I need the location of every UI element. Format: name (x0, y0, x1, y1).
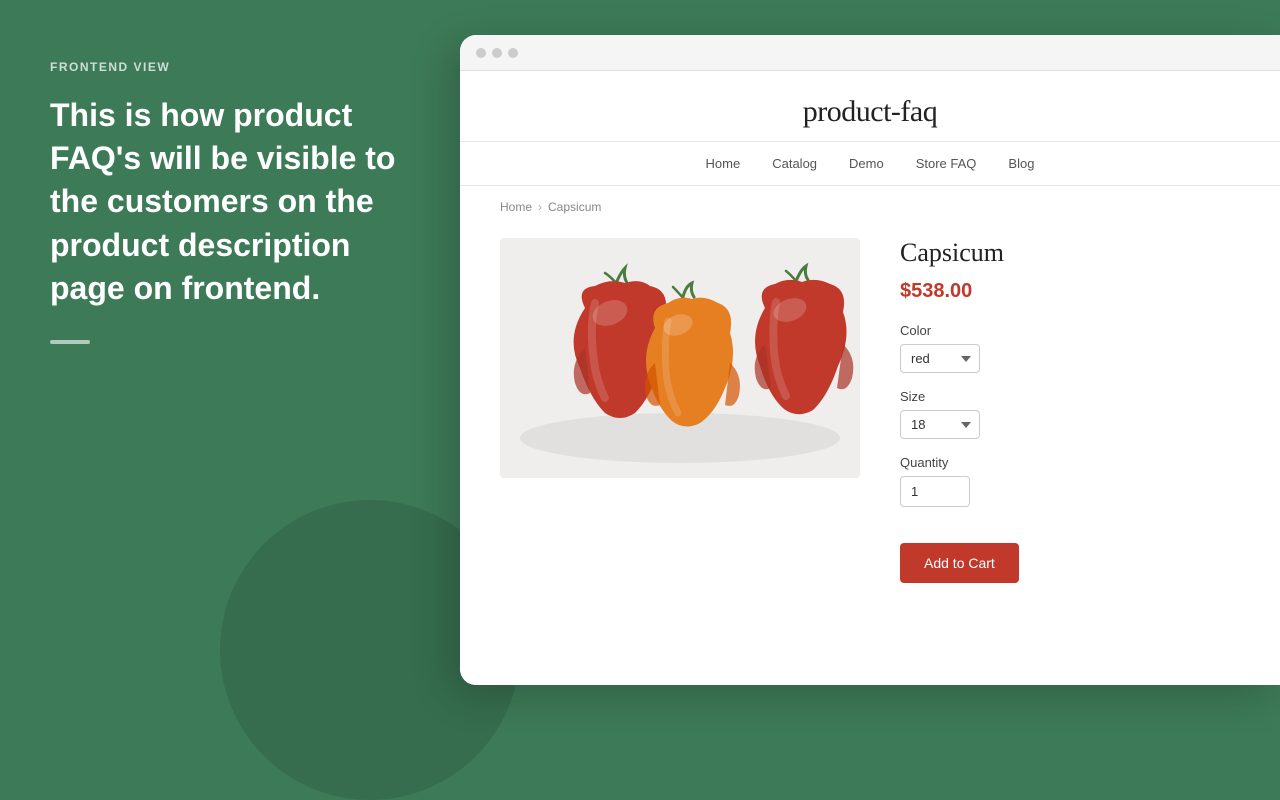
accent-line (50, 340, 90, 344)
store-title: product-faq (460, 95, 1280, 129)
quantity-input[interactable] (900, 476, 970, 507)
description-text: This is how product FAQ's will be visibl… (50, 94, 410, 310)
frontend-view-label: FRONTEND VIEW (50, 60, 410, 74)
quantity-option-group: Quantity (900, 455, 1240, 507)
product-image-container (500, 238, 860, 583)
color-select[interactable]: red (900, 344, 980, 373)
add-to-cart-button[interactable]: Add to Cart (900, 543, 1019, 583)
color-option-group: Color red (900, 323, 1240, 373)
store-header: product-faq (460, 71, 1280, 142)
product-details: Capsicum $538.00 Color red Size 18 (900, 238, 1240, 583)
nav-item-home[interactable]: Home (706, 156, 741, 171)
store-content: product-faq Home Catalog Demo Store FAQ … (460, 71, 1280, 685)
browser-panel: product-faq Home Catalog Demo Store FAQ … (460, 0, 1280, 720)
color-label: Color (900, 323, 1240, 338)
browser-dot-1 (476, 48, 486, 58)
size-select[interactable]: 18 (900, 410, 980, 439)
product-price: $538.00 (900, 280, 1240, 303)
nav-item-catalog[interactable]: Catalog (772, 156, 817, 171)
product-image (500, 238, 860, 478)
nav-item-blog[interactable]: Blog (1008, 156, 1034, 171)
size-label: Size (900, 389, 1240, 404)
breadcrumb-current: Capsicum (548, 200, 601, 214)
left-panel: FRONTEND VIEW This is how product FAQ's … (0, 0, 460, 720)
nav-item-demo[interactable]: Demo (849, 156, 884, 171)
product-name: Capsicum (900, 238, 1240, 268)
breadcrumb-separator: › (538, 200, 542, 214)
breadcrumb: Home › Capsicum (460, 186, 1280, 228)
quantity-label: Quantity (900, 455, 1240, 470)
store-nav: Home Catalog Demo Store FAQ Blog (460, 142, 1280, 186)
breadcrumb-home[interactable]: Home (500, 200, 532, 214)
browser-chrome (460, 35, 1280, 71)
size-option-group: Size 18 (900, 389, 1240, 439)
browser-dot-2 (492, 48, 502, 58)
browser-window: product-faq Home Catalog Demo Store FAQ … (460, 35, 1280, 685)
nav-item-store-faq[interactable]: Store FAQ (916, 156, 977, 171)
product-section: Capsicum $538.00 Color red Size 18 (460, 228, 1280, 623)
browser-dot-3 (508, 48, 518, 58)
